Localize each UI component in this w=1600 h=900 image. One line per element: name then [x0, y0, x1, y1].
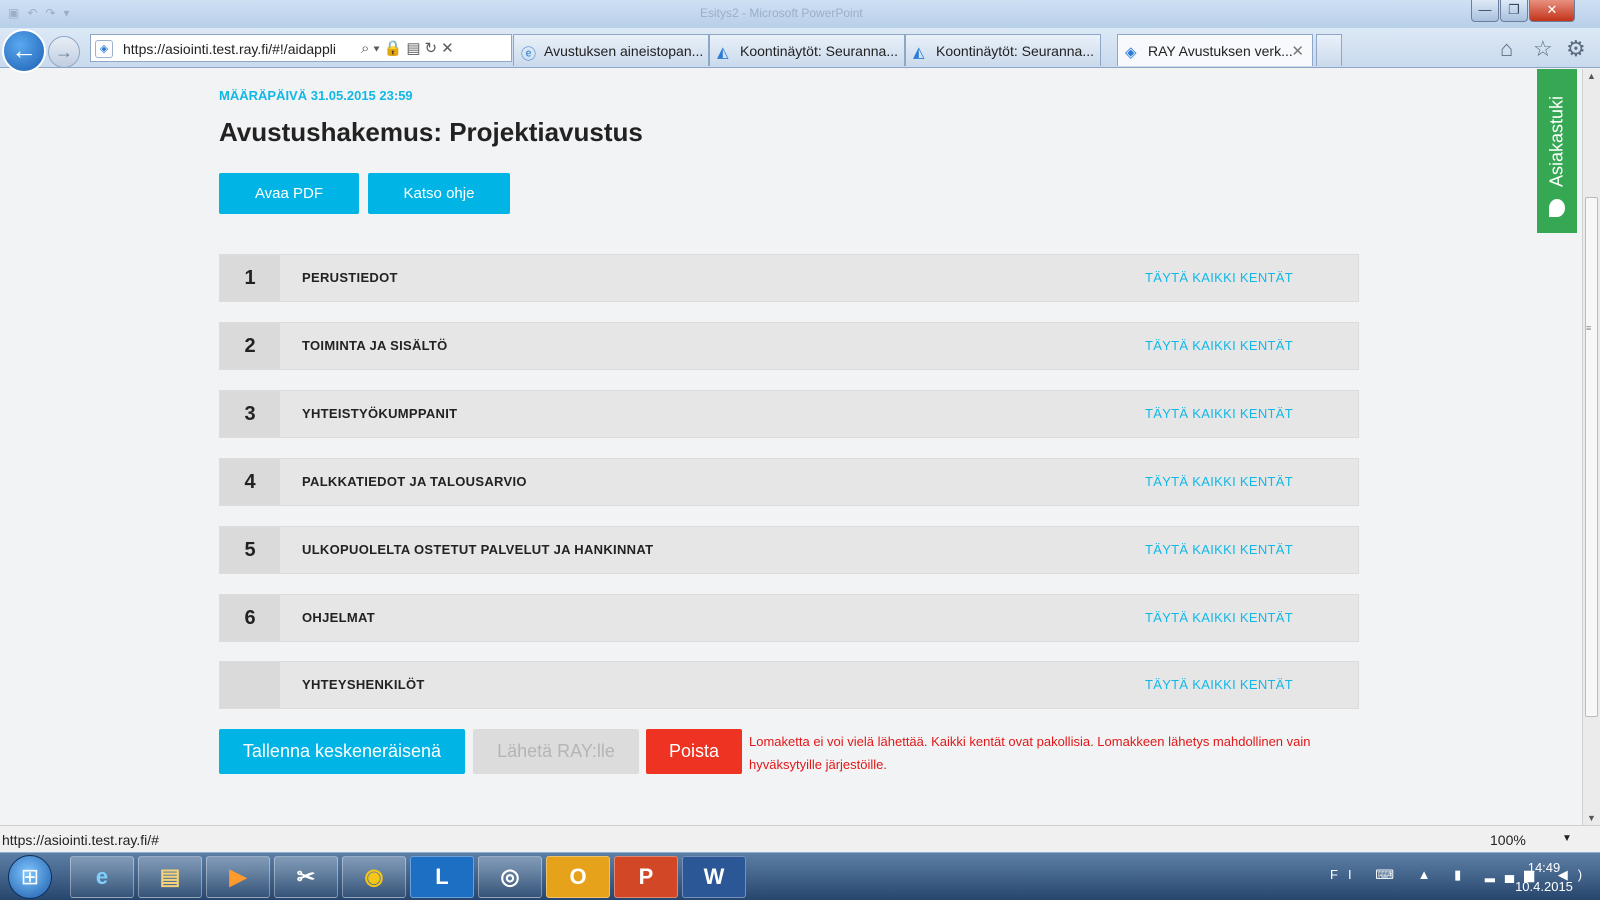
- section-number: [220, 662, 280, 708]
- section-number: 6: [220, 595, 280, 641]
- media-player-icon[interactable]: ▶: [206, 856, 270, 898]
- start-button[interactable]: ⊞: [8, 855, 52, 899]
- validation-error-message: Lomaketta ei voi vielä lähettää. Kaikki …: [749, 734, 1311, 772]
- section-name: ULKOPUOLELTA OSTETUT PALVELUT JA HANKINN…: [302, 542, 654, 557]
- file-explorer-icon[interactable]: ▤: [138, 856, 202, 898]
- zoom-dropdown-icon[interactable]: ▼: [1562, 833, 1572, 844]
- page-content: MÄÄRÄPÄIVÄ 31.05.2015 23:59 Avustushakem…: [0, 69, 1582, 825]
- minimize-button[interactable]: —: [1471, 0, 1499, 22]
- send-button: Lähetä RAY:lle: [473, 729, 639, 774]
- chat-bubble-icon: [1549, 199, 1565, 217]
- system-clock[interactable]: 14:49 10.4.2015: [1504, 858, 1584, 896]
- close-tab-icon[interactable]: ✕: [1291, 42, 1304, 60]
- tab-label: Koontinäytöt: Seuranna...: [740, 43, 898, 59]
- section-status: TÄYTÄ KAIKKI KENTÄT: [1145, 270, 1294, 285]
- snipping-tool-icon[interactable]: ✂: [274, 856, 338, 898]
- lync-icon[interactable]: L: [410, 856, 474, 898]
- settings-gear-icon[interactable]: ⚙: [1566, 36, 1586, 62]
- browser-tab[interactable]: ◭ Koontinäytöt: Seuranna...: [709, 34, 905, 66]
- browser-tab[interactable]: ◭ Koontinäytöt: Seuranna...: [905, 34, 1101, 66]
- tab-label: Koontinäytöt: Seuranna...: [936, 43, 1094, 59]
- section-status: TÄYTÄ KAIKKI KENTÄT: [1145, 677, 1294, 692]
- browser-status-bar: https://asiointi.test.ray.fi/# 100% ▼: [0, 825, 1600, 852]
- save-draft-button[interactable]: Tallenna keskeneräisenä: [219, 729, 465, 774]
- section-name: OHJELMAT: [302, 610, 375, 625]
- dashboard-icon: ◭: [913, 44, 925, 61]
- maximize-button[interactable]: ❐: [1500, 0, 1528, 22]
- section-name: PERUSTIEDOT: [302, 270, 398, 285]
- address-url[interactable]: https://asiointi.test.ray.fi/#!/aidappli: [123, 41, 355, 57]
- scroll-grip-icon: ≡: [1586, 323, 1592, 333]
- section-row[interactable]: 3 YHTEISTYÖKUMPPANIT TÄYTÄ KAIKKI KENTÄT: [219, 390, 1359, 438]
- browser-tab-active[interactable]: ◈ RAY Avustuksen verk... ✕: [1117, 34, 1313, 66]
- page-title: Avustushakemus: Projektiavustus: [219, 117, 643, 147]
- section-status: TÄYTÄ KAIKKI KENTÄT: [1145, 610, 1294, 625]
- site-favicon-icon: ◈: [95, 40, 113, 58]
- section-row[interactable]: 2 TOIMINTA JA SISÄLTÖ TÄYTÄ KAIKKI KENTÄ…: [219, 322, 1359, 370]
- section-number: 4: [220, 459, 280, 505]
- quick-access-icons[interactable]: ▣↶↷▾: [8, 6, 77, 20]
- section-number: 3: [220, 391, 280, 437]
- tab-label: RAY Avustuksen verk...: [1148, 43, 1293, 59]
- status-url: https://asiointi.test.ray.fi/#: [2, 832, 159, 848]
- section-row[interactable]: YHTEYSHENKILÖT TÄYTÄ KAIKKI KENTÄT: [219, 661, 1359, 709]
- section-name: YHTEYSHENKILÖT: [302, 677, 425, 692]
- section-status: TÄYTÄ KAIKKI KENTÄT: [1145, 338, 1294, 353]
- section-name: YHTEISTYÖKUMPPANIT: [302, 406, 458, 421]
- ie-icon: ⓔ: [521, 46, 537, 63]
- section-row[interactable]: 6 OHJELMAT TÄYTÄ KAIKKI KENTÄT: [219, 594, 1359, 642]
- zoom-level[interactable]: 100%: [1490, 832, 1526, 848]
- powerpoint-icon[interactable]: P: [614, 856, 678, 898]
- scrollbar-thumb[interactable]: [1585, 197, 1598, 717]
- section-status: TÄYTÄ KAIKKI KENTÄT: [1145, 474, 1294, 489]
- internet-explorer-icon[interactable]: e: [70, 856, 134, 898]
- close-window-button[interactable]: ✕: [1529, 0, 1575, 22]
- view-help-button[interactable]: Katso ohje: [368, 173, 510, 214]
- section-number: 2: [220, 323, 280, 369]
- back-button[interactable]: ←: [2, 29, 46, 73]
- address-bar-actions[interactable]: ⌕▾🔒▤↻✕: [361, 39, 458, 57]
- delete-button[interactable]: Poista: [646, 729, 742, 774]
- chrome-icon[interactable]: ◉: [342, 856, 406, 898]
- section-row[interactable]: 4 PALKKATIEDOT JA TALOUSARVIO TÄYTÄ KAIK…: [219, 458, 1359, 506]
- battery-icon[interactable]: ▮: [1454, 867, 1471, 882]
- open-pdf-button[interactable]: Avaa PDF: [219, 173, 359, 214]
- scroll-down-arrow-icon[interactable]: ▼: [1587, 813, 1596, 823]
- clock-date: 10.4.2015: [1515, 879, 1573, 894]
- language-indicator[interactable]: FI: [1330, 867, 1362, 882]
- window-title-bar: ▣↶↷▾ Esitys2 - Microsoft PowerPoint — ❐ …: [0, 0, 1600, 28]
- vertical-scrollbar[interactable]: ▲ ≡ ▼: [1582, 69, 1600, 825]
- section-number: 1: [220, 255, 280, 301]
- window-title: Esitys2 - Microsoft PowerPoint: [700, 6, 863, 20]
- customer-support-tab[interactable]: Asiakastuki: [1537, 69, 1577, 233]
- forward-button[interactable]: →: [48, 36, 80, 68]
- scroll-up-arrow-icon[interactable]: ▲: [1587, 71, 1596, 81]
- section-row[interactable]: 5 ULKOPUOLELTA OSTETUT PALVELUT JA HANKI…: [219, 526, 1359, 574]
- section-number: 5: [220, 527, 280, 573]
- browser-navbar: ← → ◈ https://asiointi.test.ray.fi/#!/ai…: [0, 28, 1600, 73]
- keyboard-icon[interactable]: ⌨: [1375, 867, 1404, 882]
- show-hidden-icons-icon[interactable]: ▲: [1418, 867, 1441, 882]
- address-bar[interactable]: ◈ https://asiointi.test.ray.fi/#!/aidapp…: [90, 34, 512, 62]
- tab-label: Avustuksen aineistopan...: [544, 43, 704, 59]
- dashboard-icon: ◭: [717, 44, 729, 61]
- clock-time: 14:49: [1527, 860, 1561, 875]
- outlook-icon[interactable]: O: [546, 856, 610, 898]
- network-app-icon[interactable]: ◎: [478, 856, 542, 898]
- word-icon[interactable]: W: [682, 856, 746, 898]
- section-name: PALKKATIEDOT JA TALOUSARVIO: [302, 474, 527, 489]
- section-status: TÄYTÄ KAIKKI KENTÄT: [1145, 406, 1294, 421]
- deadline-label: MÄÄRÄPÄIVÄ 31.05.2015 23:59: [219, 88, 413, 103]
- browser-tab[interactable]: ⓔ Avustuksen aineistopan...: [513, 34, 709, 66]
- section-status: TÄYTÄ KAIKKI KENTÄT: [1145, 542, 1294, 557]
- support-tab-label: Asiakastuki: [1546, 95, 1567, 188]
- section-row[interactable]: 1 PERUSTIEDOT TÄYTÄ KAIKKI KENTÄT: [219, 254, 1359, 302]
- home-icon[interactable]: ⌂: [1500, 36, 1513, 62]
- site-favicon-icon: ◈: [1125, 44, 1137, 61]
- new-tab-button[interactable]: [1316, 34, 1342, 66]
- section-name: TOIMINTA JA SISÄLTÖ: [302, 338, 448, 353]
- windows-taskbar: ⊞ e ▤ ▶ ✂ ◉ L ◎ O P W FI ⌨ ▲ ▮ ▂▄▆ ◀) 14…: [0, 852, 1600, 900]
- favorites-star-icon[interactable]: ☆: [1533, 36, 1553, 62]
